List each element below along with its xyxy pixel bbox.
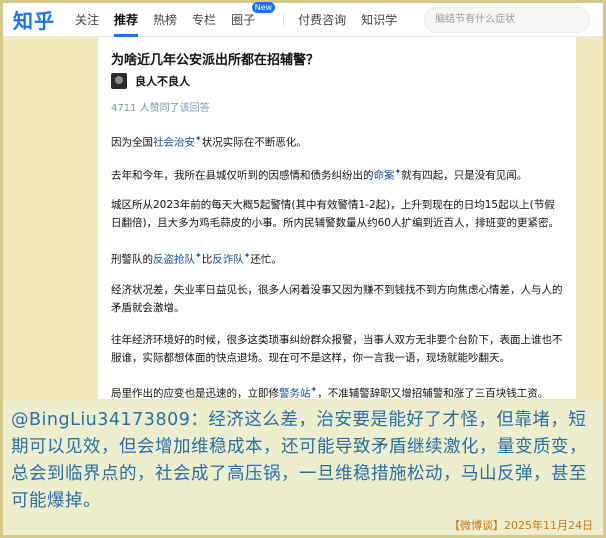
- search-spark-icon: ✦: [195, 251, 202, 260]
- question-title[interactable]: 为啥近几年公安派出所都在招辅警？: [111, 49, 319, 68]
- author-row: 良人不良人: [111, 73, 190, 89]
- avatar-icon[interactable]: [111, 73, 127, 89]
- answer-paragraph-6: 往年经济环境好的时候，很多这类琐事纠纷群众报警，当事人双方无非要个台阶下，表面上…: [111, 334, 563, 364]
- answer-paragraph-4: 刑警队的反盗抢队✦比反诈队✦还忙。: [111, 247, 563, 269]
- link-anti-fraud[interactable]: 反诈队: [212, 254, 244, 266]
- search-spark-icon: ✦: [195, 134, 202, 143]
- paragraph-text: 比: [201, 253, 213, 266]
- answer-paragraph-3: 城区所从2023年前的每天大概5起警情(其中有效警情1-2起)，上升到现在的日均…: [111, 199, 559, 229]
- nav-circle-label: 圈子: [231, 13, 256, 27]
- paragraph-text: 状况实际在不断恶化。: [201, 136, 307, 149]
- answer-card: 为啥近几年公安派出所都在招辅警？ 良人不良人 4711 人赞同了该回答 因为全国…: [98, 37, 576, 400]
- paragraph-text: 因为全国: [111, 136, 153, 149]
- source-footer: 【微博谈】2025年11月24日: [3, 514, 603, 535]
- nav-knowledge[interactable]: 知识学: [361, 11, 397, 28]
- new-badge: New: [251, 2, 276, 13]
- link-social-security[interactable]: 社会治安: [153, 137, 195, 149]
- paragraph-text: 去年和今年，我所在县城仅听到的因感情和债务纠纷出的: [111, 169, 374, 182]
- search-input[interactable]: 脑结节有什么症状: [424, 6, 591, 33]
- link-police-station[interactable]: 警务站: [279, 388, 311, 400]
- weibo-comment-overlay: @BingLiu34173809：经济这么差，治安要是能好了才怪，但靠堵，短期可…: [3, 400, 603, 514]
- paragraph-text: 刑警队的: [111, 253, 153, 266]
- paragraph-text: 就有四起，只是没有见闻。: [401, 169, 528, 182]
- agree-count: 4711 人赞同了该回答: [111, 103, 210, 114]
- link-murder-case[interactable]: 命案: [374, 170, 395, 182]
- zhihu-logo[interactable]: 知乎: [13, 5, 75, 34]
- answer-paragraph-2: 去年和今年，我所在县城仅听到的因感情和债务纠纷出的命案✦就有四起，只是没有见闻。: [111, 163, 563, 185]
- nav-column[interactable]: 专栏: [192, 11, 216, 28]
- source-tag: 【微博谈】2025年11月24日: [449, 519, 593, 532]
- link-anti-robbery[interactable]: 反盗抢队: [153, 254, 195, 266]
- paragraph-text: ，不准辅警辞职又增招辅警和涨了三百块钱工资。: [317, 387, 549, 400]
- author-name[interactable]: 良人不良人: [135, 73, 190, 89]
- paragraph-text: 还忙。: [250, 253, 282, 266]
- nav-paid-consult[interactable]: 付费咨询: [298, 11, 346, 28]
- weibo-comment-text: @BingLiu34173809：经济这么差，治安要是能好了才怪，但靠堵，短期可…: [11, 410, 587, 511]
- top-navigation-bar: 知乎 关注 推荐 热榜 专栏 圈子 New 付费咨询 知识学 脑结节有什么症状: [3, 2, 603, 37]
- answer-paragraph-5: 经济状况差，失业率日益见长，很多人闲着没事又因为赚不到钱找不到方向焦虑心情差，人…: [111, 284, 563, 314]
- paragraph-text: 局里作出的应变也是迅速的，立即修: [111, 387, 279, 400]
- answer-paragraph-1: 因为全国社会治安✦状况实际在不断恶化。: [111, 130, 563, 152]
- nav-circle[interactable]: 圈子 New: [231, 2, 276, 28]
- nav-divider: [283, 12, 285, 27]
- nav-recommend[interactable]: 推荐: [114, 11, 139, 37]
- nav-hot[interactable]: 热榜: [153, 11, 177, 28]
- nav-follow[interactable]: 关注: [75, 11, 99, 28]
